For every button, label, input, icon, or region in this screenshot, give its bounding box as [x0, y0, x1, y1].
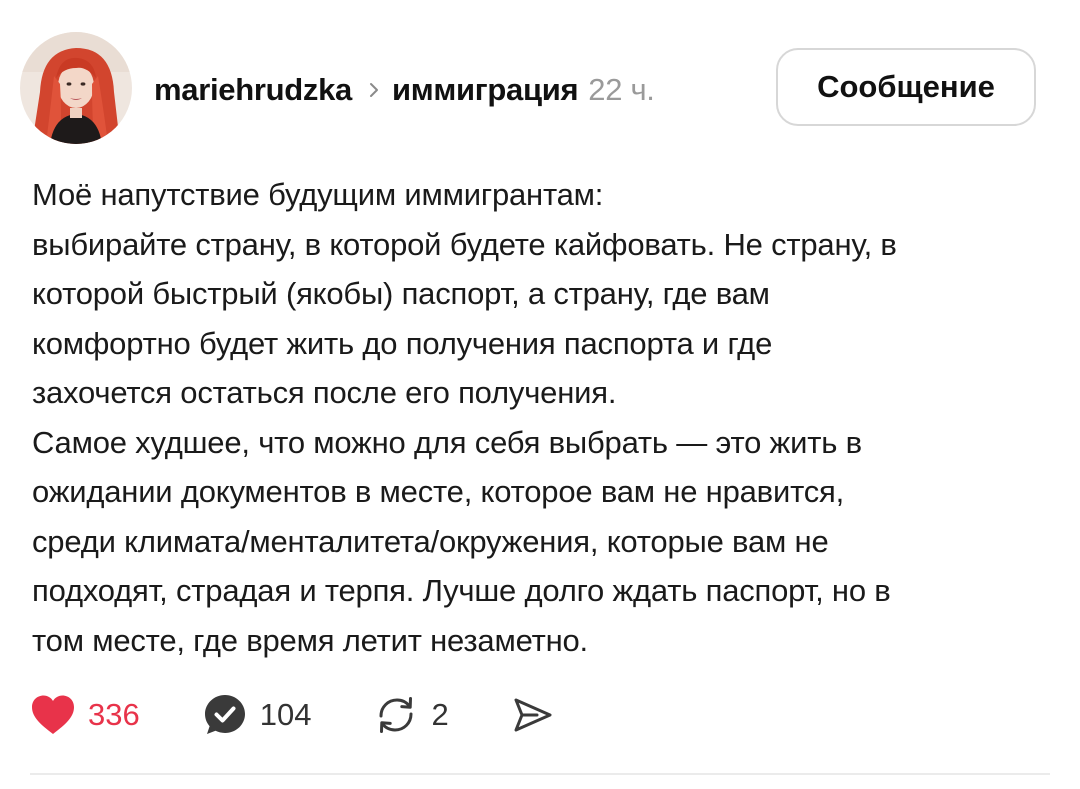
- post-text-line: подходят, страдая и терпя. Лучше долго ж…: [32, 573, 891, 608]
- post-text-line: которой быстрый (якобы) паспорт, а стран…: [32, 276, 770, 311]
- community-link[interactable]: иммиграция: [392, 72, 579, 108]
- share-button[interactable]: [509, 692, 555, 738]
- message-button[interactable]: Сообщение: [776, 48, 1036, 126]
- repost-button[interactable]: 2: [373, 692, 449, 738]
- repost-count: 2: [431, 697, 449, 732]
- post-time: 22 ч.: [588, 72, 655, 107]
- post-text-line: захочется остаться после его получения.: [32, 375, 617, 410]
- comment-icon: [204, 695, 245, 734]
- post-card: mariehrudzka иммиграция 22 ч. Сообщение …: [0, 0, 1080, 789]
- post-text-line: том месте, где время летит незаметно.: [32, 622, 588, 658]
- post-text: Моё напутствие будущим иммигрантам: выби…: [32, 170, 1042, 665]
- post-text-line: ожидании документов в месте, которое вам…: [32, 474, 845, 509]
- send-icon: [514, 698, 552, 732]
- author-avatar[interactable]: [20, 32, 132, 144]
- post-actions: 336 104 2: [30, 688, 555, 742]
- comment-button[interactable]: 104: [202, 692, 312, 738]
- post-divider: [30, 773, 1050, 775]
- post-text-line: среди климата/менталитета/окружения, кот…: [32, 523, 829, 559]
- like-button[interactable]: 336: [30, 694, 140, 736]
- post-text-line: комфортно будет жить до получения паспор…: [32, 325, 773, 361]
- chevron-right-icon: [364, 80, 384, 100]
- like-count: 336: [88, 697, 140, 732]
- comment-count: 104: [259, 697, 312, 732]
- post-header: mariehrudzka иммиграция 22 ч.: [154, 68, 655, 112]
- post-text-line: Моё напутствие будущим иммигрантам:: [32, 177, 604, 212]
- heart-icon: [32, 695, 74, 734]
- repost-icon: [379, 697, 413, 733]
- author-username[interactable]: mariehrudzka: [154, 72, 352, 108]
- post-text-line: Самое худшее, что можно для себя выбрать…: [32, 424, 862, 460]
- post-text-line: выбирайте страну, в которой будете кайфо…: [32, 226, 897, 262]
- avatar-image: [20, 32, 132, 144]
